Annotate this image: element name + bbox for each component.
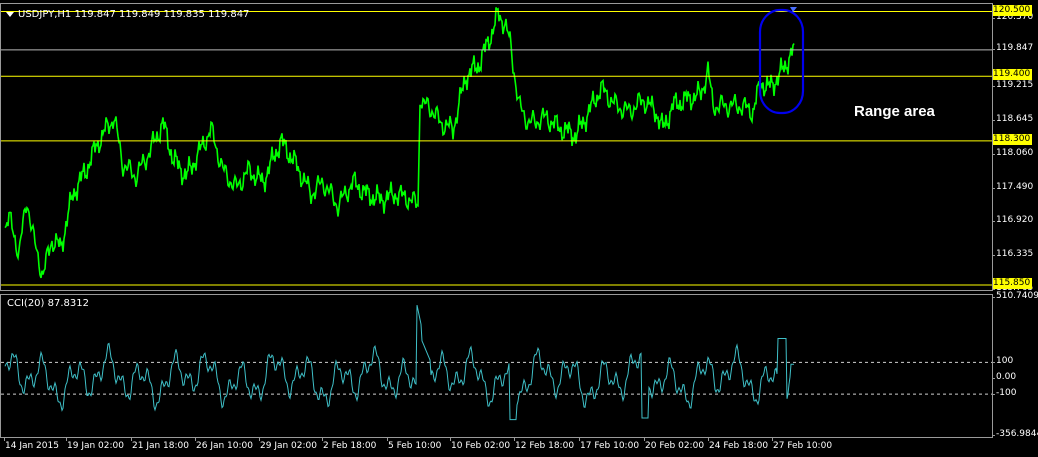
dropdown-arrow-icon[interactable] <box>6 11 14 17</box>
time-tick: 17 Feb 10:00 <box>578 438 640 451</box>
cci-tick: 510.7409 <box>992 291 1038 301</box>
cci-tick: -100 <box>991 388 1017 399</box>
level-price-tag: 120.500 <box>993 4 1032 16</box>
level-price-tag: 118.300 <box>993 133 1032 145</box>
cci-title: CCI(20) 87.8312 <box>7 298 89 309</box>
time-tick: 20 Feb 02:00 <box>643 438 705 451</box>
time-axis[interactable]: 14 Jan 2015 19 Jan 02:00 21 Jan 18:00 26 Ja… <box>0 438 993 457</box>
cci-indicator-pane[interactable]: CCI(20) 87.8312 <box>0 294 993 438</box>
time-tick: 14 Jan 2015 <box>4 438 59 451</box>
cci-tick: -356.9844 <box>991 429 1038 439</box>
price-tick: 116.335 <box>991 249 1034 260</box>
time-tick: 12 Feb 18:00 <box>513 438 575 451</box>
level-price-tag: 115.850 <box>993 278 1032 289</box>
price-line <box>4 7 795 279</box>
time-tick: 21 Jan 18:00 <box>131 438 189 451</box>
price-chart-canvas <box>1 7 992 286</box>
symbol-info[interactable]: USDJPY,H1 119.847 119.849 119.835 119.84… <box>6 9 249 20</box>
price-tick: 118.645 <box>991 113 1034 124</box>
time-tick: 10 Feb 02:00 <box>449 438 511 451</box>
range-area-label: Range area <box>854 103 935 120</box>
time-tick: 27 Feb 10:00 <box>771 438 833 451</box>
price-axis[interactable]: 120.370 119.215 118.645 118.060 117.490 116.9… <box>991 0 1038 440</box>
price-tick: 119.215 <box>991 80 1034 91</box>
time-tick: 5 Feb 10:00 <box>386 438 442 451</box>
time-tick: 29 Jan 02:00 <box>259 438 317 451</box>
time-tick: 19 Jan 02:00 <box>66 438 124 451</box>
cci-tick: 100 <box>991 356 1014 367</box>
time-tick: 24 Feb 18:00 <box>707 438 769 451</box>
time-tick: 2 Feb 18:00 <box>321 438 377 451</box>
cci-canvas <box>1 304 992 421</box>
price-chart-pane[interactable]: USDJPY,H1 119.847 119.849 119.835 119.84… <box>0 3 993 291</box>
price-tick: 117.490 <box>991 181 1034 192</box>
bid-price-label: 119.847 <box>991 42 1034 53</box>
symbol-line: USDJPY,H1 119.847 119.849 119.835 119.84… <box>18 9 250 20</box>
cci-tick: 0.00 <box>991 372 1017 383</box>
level-price-tag: 119.400 <box>993 69 1032 81</box>
price-tick: 116.920 <box>991 215 1034 226</box>
time-tick: 26 Jan 10:00 <box>195 438 253 451</box>
price-tick: 118.060 <box>991 148 1034 159</box>
